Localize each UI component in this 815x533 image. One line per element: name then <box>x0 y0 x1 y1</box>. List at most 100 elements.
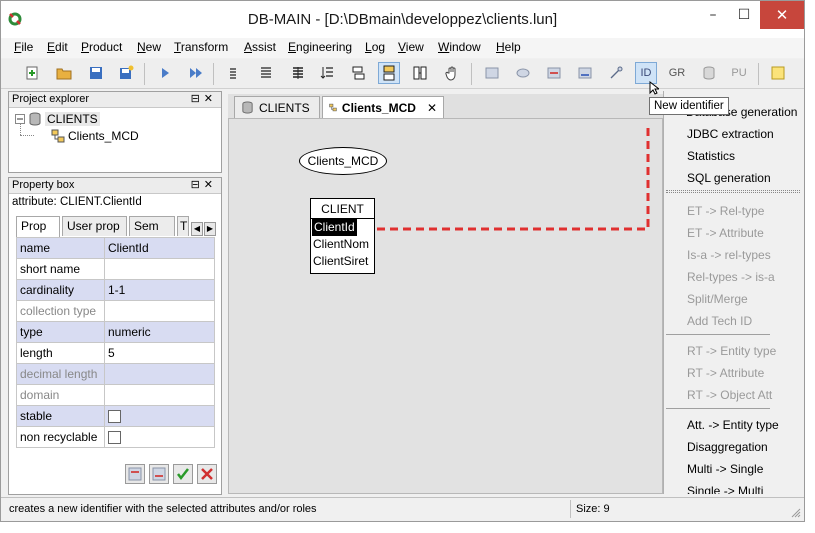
menu-window[interactable]: Window <box>438 40 481 54</box>
text-extended-icon[interactable] <box>287 62 309 84</box>
assist-item-rt-object-att[interactable]: RT -> Object Att <box>687 388 772 402</box>
tab-user-prop[interactable]: User prop <box>62 216 127 236</box>
assist-item-statistics[interactable]: Statistics <box>687 149 735 163</box>
tab-clients-mcd[interactable]: Clients_MCD ✕ <box>322 96 444 118</box>
assist-item-jdbc-extraction[interactable]: JDBC extraction <box>687 127 774 141</box>
apply-button[interactable] <box>173 464 193 484</box>
project-explorer-panel: Project explorer ⊟✕ CLIENTS Clients_MCD <box>8 91 222 173</box>
resize-grip-icon[interactable] <box>791 508 801 518</box>
status-size: Size: 9 <box>576 503 610 515</box>
tab-prop[interactable]: Prop <box>16 216 60 237</box>
menu-file[interactable]: File <box>14 40 33 54</box>
assist-item-disaggregation[interactable]: Disaggregation <box>687 440 768 454</box>
run-icon[interactable] <box>154 62 176 84</box>
checkbox[interactable] <box>108 410 121 424</box>
property-row[interactable]: domain <box>16 384 215 406</box>
assist-item-et-attribute[interactable]: ET -> Attribute <box>687 226 764 240</box>
assist-item-isa-rel-types[interactable]: Is-a -> rel-types <box>687 248 771 262</box>
new-entity-type-icon[interactable] <box>481 62 503 84</box>
property-key: stable <box>16 405 105 427</box>
property-row[interactable]: type numeric <box>16 321 215 343</box>
tree-item-clients-mcd[interactable]: Clients_MCD <box>51 129 139 143</box>
assist-item-add-tech-id[interactable]: Add Tech ID <box>687 314 752 328</box>
fast-forward-icon[interactable] <box>185 62 207 84</box>
property-key: non recyclable <box>16 426 105 448</box>
property-row[interactable]: decimal length <box>16 363 215 385</box>
graph-standard-icon[interactable] <box>378 62 400 84</box>
property-value[interactable]: numeric <box>104 321 215 343</box>
menu-view[interactable]: View <box>398 40 424 54</box>
assist-item-att-entity-type[interactable]: Att. -> Entity type <box>687 418 779 432</box>
property-value[interactable]: 5 <box>104 342 215 364</box>
menu-new[interactable]: New <box>137 40 161 54</box>
assist-item-sql-generation[interactable]: SQL generation <box>687 171 771 185</box>
tab-tech[interactable]: T <box>177 216 189 236</box>
assist-item-rt-entity-type[interactable]: RT -> Entity type <box>687 344 776 358</box>
text-standard-icon[interactable] <box>255 62 277 84</box>
panel-controls[interactable]: ⊟✕ <box>191 92 217 107</box>
open-folder-icon[interactable] <box>53 62 75 84</box>
save-icon[interactable] <box>85 62 107 84</box>
panel-controls[interactable]: ⊟✕ <box>191 178 217 193</box>
text-sorted-icon[interactable] <box>317 62 339 84</box>
assist-item-single-multi[interactable]: Single -> Multi <box>687 484 763 494</box>
move-up-button[interactable] <box>125 464 145 484</box>
menu-log[interactable]: Log <box>365 40 385 54</box>
tab-clients[interactable]: CLIENTS <box>234 96 320 118</box>
menu-assist[interactable]: Assist <box>244 40 276 54</box>
new-role-icon[interactable] <box>605 62 627 84</box>
menu-transform[interactable]: Transform <box>174 40 228 54</box>
text-compact-icon[interactable] <box>223 62 245 84</box>
new-note-icon[interactable] <box>767 62 789 84</box>
new-group-button[interactable]: GR <box>666 62 688 84</box>
property-value[interactable]: 1-1 <box>104 279 215 301</box>
property-row[interactable]: stable <box>16 405 215 427</box>
menu-edit[interactable]: Edit <box>47 40 68 54</box>
property-row[interactable]: collection type <box>16 300 215 322</box>
save-as-icon[interactable] <box>115 62 137 84</box>
graph-compact-icon[interactable] <box>347 62 369 84</box>
hand-pan-icon[interactable] <box>441 62 463 84</box>
property-value[interactable] <box>104 300 215 322</box>
move-down-button[interactable] <box>149 464 169 484</box>
property-value[interactable] <box>104 426 215 448</box>
property-value[interactable]: ClientId <box>104 237 215 259</box>
property-value[interactable] <box>104 363 215 385</box>
new-rel-type-icon[interactable] <box>512 62 534 84</box>
tab-close-icon[interactable]: ✕ <box>427 101 437 115</box>
property-value[interactable] <box>104 384 215 406</box>
minimize-button[interactable]: – <box>698 1 728 29</box>
property-table: name ClientId short name cardinality 1-1 coll… <box>16 237 215 448</box>
property-row[interactable]: non recyclable <box>16 426 215 448</box>
assist-item-et-rel-type[interactable]: ET -> Rel-type <box>687 204 764 218</box>
new-project-icon[interactable] <box>21 62 43 84</box>
property-row[interactable]: name ClientId <box>16 237 215 259</box>
tab-label: Clients_MCD <box>341 100 416 115</box>
diagram-canvas[interactable]: Clients_MCD CLIENT ClientId ClientNom Cl… <box>228 118 663 494</box>
tab-sem[interactable]: Sem <box>129 216 175 236</box>
new-collection-icon[interactable] <box>698 62 720 84</box>
property-value[interactable] <box>104 405 215 427</box>
tab-scroll-left-icon[interactable]: ◀ <box>191 222 203 236</box>
assist-item-split-merge[interactable]: Split/Merge <box>687 292 748 306</box>
maximize-button[interactable]: ☐ <box>729 1 759 29</box>
menu-engineering[interactable]: Engineering <box>288 40 352 54</box>
menu-product[interactable]: Product <box>81 40 122 54</box>
close-button[interactable]: ✕ <box>760 1 804 29</box>
assist-item-rt-attribute[interactable]: RT -> Attribute <box>687 366 764 380</box>
property-row[interactable]: cardinality 1-1 <box>16 279 215 301</box>
tab-scroll-right-icon[interactable]: ▶ <box>204 222 216 236</box>
new-processing-unit-button[interactable]: PU <box>728 62 750 84</box>
assist-item-multi-single[interactable]: Multi -> Single <box>687 462 763 476</box>
graph-dependency-icon[interactable] <box>409 62 431 84</box>
property-row[interactable]: short name <box>16 258 215 280</box>
checkbox[interactable] <box>108 431 121 445</box>
property-row[interactable]: length 5 <box>16 342 215 364</box>
menu-help[interactable]: Help <box>496 40 521 54</box>
cancel-button[interactable] <box>197 464 217 484</box>
property-value[interactable] <box>104 258 215 280</box>
tree-item-clients[interactable]: CLIENTS <box>15 112 100 126</box>
new-attribute-icon[interactable] <box>543 62 565 84</box>
assist-item-rel-types-isa[interactable]: Rel-types -> is-a <box>687 270 775 284</box>
new-attribute-after-icon[interactable] <box>574 62 596 84</box>
